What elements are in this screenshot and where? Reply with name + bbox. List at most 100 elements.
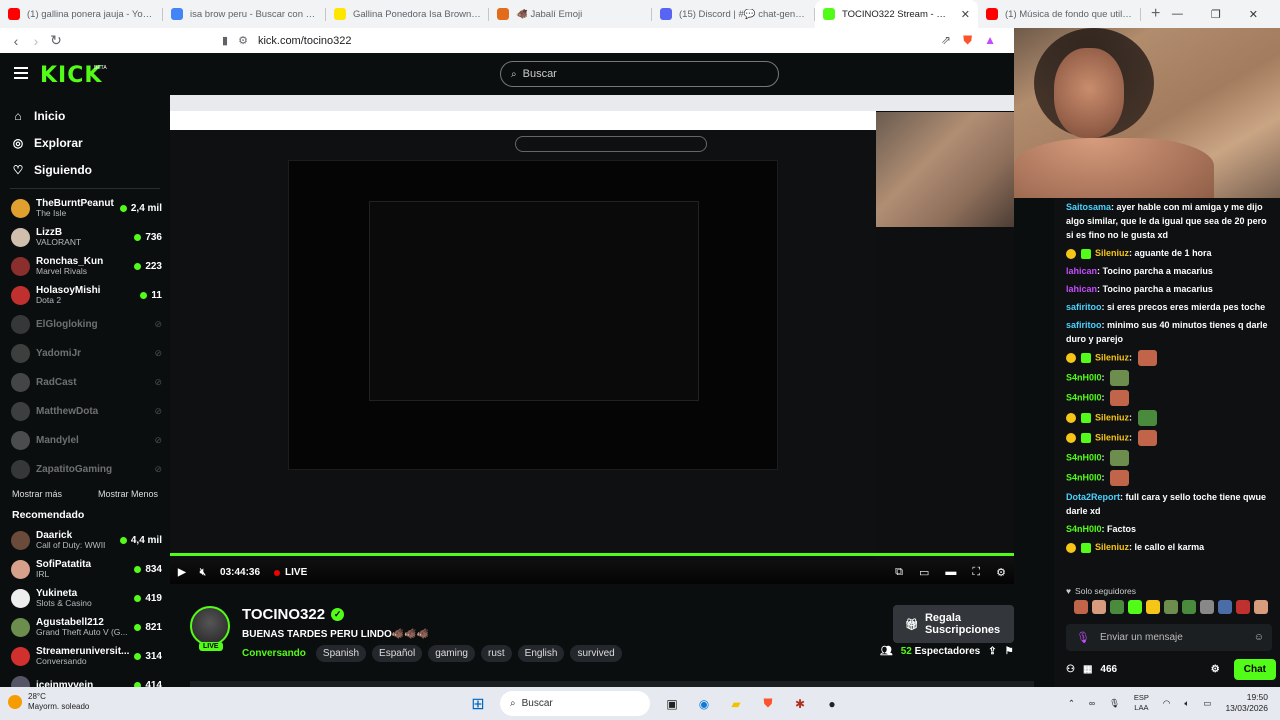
url-field[interactable]: ▮ ⚙ kick.com/tocino322 [222,34,351,48]
share-icon[interactable]: ⇗ [941,33,951,48]
mic-tray-icon[interactable]: 🎙︎ [1109,698,1120,709]
chat-username[interactable]: Sileniuz [1095,352,1129,362]
chat-username[interactable]: S4nH0I0 [1066,472,1102,482]
bookmark-icon[interactable]: ▮ [222,34,228,47]
chat-username[interactable]: Sileniuz [1095,248,1129,258]
browser-tab[interactable]: (15) Discord | #💬 chat-general | El A [652,0,815,28]
sidebar-channel[interactable]: Streameruniversit... Conversando 314 [0,642,170,671]
stream-tag[interactable]: Español [372,645,423,662]
browser-tab[interactable]: 🐗 Jabalí Emoji [489,0,652,28]
chat-username[interactable]: safiritoo [1066,302,1102,312]
clip-icon[interactable]: ⧉ [895,566,903,579]
sidebar-channel[interactable]: Agustabell212 Grand Theft Auto V (G... 821 [0,613,170,642]
emote-icon[interactable] [1074,600,1088,614]
stream-tag[interactable]: Spanish [315,645,367,662]
chat-username[interactable]: S4nH0I0 [1066,452,1102,462]
chat-settings-icon[interactable]: ⚙ [1211,664,1220,675]
sidebar-channel[interactable]: Ronchas_Kun Marvel Rivals 223 [0,252,170,281]
start-icon[interactable]: ⊞ [468,694,488,714]
infinity-icon[interactable]: ∞ [1089,698,1095,708]
play-icon[interactable]: ▶ [178,567,186,578]
chat-username[interactable]: Saitosama [1066,202,1111,212]
volume-icon[interactable]: 🔈︎ [1184,698,1189,709]
emote-icon[interactable] [1110,600,1124,614]
gift-subs-button[interactable]: 🎁︎ Regala Suscripciones [893,605,1014,643]
nav-following[interactable]: ♡ Siguiendo [0,156,170,183]
settings-icon[interactable]: ⚙ [996,566,1006,579]
share-stream-icon[interactable]: ⇪ [988,646,996,657]
wifi-icon[interactable]: ◠ [1163,698,1170,709]
chat-username[interactable]: S4nH0I0 [1066,372,1102,382]
sidebar-channel[interactable]: RadCast ⊘ [0,368,170,397]
emote-picker-icon[interactable]: ⚇ [1066,664,1075,675]
sidebar-channel[interactable]: LizzB VALORANT 736 [0,223,170,252]
minimize-icon[interactable]: — [1172,8,1183,21]
show-less-button[interactable]: Mostrar Menos [98,489,158,499]
brave-rewards-icon[interactable]: ▲ [984,33,996,48]
nav-home[interactable]: ⌂ Inicio [0,102,170,129]
emote-icon[interactable] [1182,600,1196,614]
weather-widget[interactable]: 28°C Mayorm. soleado [8,692,89,712]
emote-icon[interactable] [1200,600,1214,614]
taskbar-search[interactable]: ⌕ Buscar [500,691,650,716]
chat-username[interactable]: lahican [1066,266,1097,276]
sidebar-channel[interactable]: HolasoyMishi Dota 2 11 [0,281,170,310]
sidebar-channel[interactable]: ZapatitoGaming ⊘ [0,455,170,484]
fullscreen-icon[interactable]: ⛶ [972,566,980,579]
search-input[interactable]: ⌕ Buscar [500,61,779,87]
edge-icon[interactable]: ◉ [694,694,714,714]
chat-username[interactable]: safiritoo [1066,320,1102,330]
emote-icon[interactable] [1218,600,1232,614]
emote-icon[interactable] [1092,600,1106,614]
task-view-icon[interactable]: ▣ [662,694,682,714]
chat-username[interactable]: lahican [1066,284,1097,294]
app-icon[interactable]: ✱ [790,694,810,714]
chat-send-button[interactable]: Chat [1233,658,1276,680]
nav-explore[interactable]: ◎ Explorar [0,129,170,156]
browser-tab[interactable]: (1) gallina ponera jauja - YouTube [0,0,163,28]
chat-username[interactable]: Dota2Report [1066,492,1120,502]
stream-tag[interactable]: gaming [428,645,475,662]
sidebar-channel[interactable]: SofiPatatita IRL 834 [0,555,170,584]
browser-tab[interactable]: Gallina Ponedora Isa Brown | Mercad [326,0,489,28]
stream-tag[interactable]: rust [481,645,512,662]
file-explorer-icon[interactable]: ▰ [726,694,746,714]
emote-icon[interactable] [1254,600,1268,614]
forward-icon[interactable]: › [26,33,46,49]
sidebar-channel[interactable]: YadomiJr ⊘ [0,339,170,368]
follow-icon[interactable]: ⚑ [1005,646,1014,657]
mic-icon[interactable]: 🎙︎ [1076,631,1090,644]
sidebar-channel[interactable]: Mandylel ⊘ [0,426,170,455]
brave-shield-icon[interactable]: ⛊ [963,33,972,48]
progress-bar[interactable] [170,553,1014,556]
sidebar-channel[interactable]: Yukineta Slots & Casino 419 [0,584,170,613]
emote-icon[interactable] [1128,600,1142,614]
video-player[interactable]: ▶ 🔇︎ 03:44:36 LIVE ⧉ ▭ ▬ ⛶ ⚙ [170,95,1014,584]
menu-icon[interactable] [14,67,28,79]
battery-icon[interactable]: ▭ [1203,698,1211,709]
stream-tag[interactable]: English [517,645,565,662]
site-info-icon[interactable]: ⚙ [238,34,248,47]
streamer-avatar[interactable] [190,606,230,646]
emote-icon[interactable] [1236,600,1250,614]
chat-input[interactable]: 🎙︎ Enviar un mensaje ☺ [1066,624,1272,651]
close-window-icon[interactable]: ✕ [1249,8,1258,21]
chat-username[interactable]: Sileniuz [1095,432,1129,442]
brave-icon[interactable]: ⛊ [758,694,778,714]
sidebar-channel[interactable]: TheBurntPeanut The Isle 2,4 mil [0,194,170,223]
chat-username[interactable]: S4nH0I0 [1066,392,1102,402]
streamer-name[interactable]: TOCINO322 [242,606,325,623]
sidebar-channel[interactable]: MatthewDota ⊘ [0,397,170,426]
chat-username[interactable]: Sileniuz [1095,412,1129,422]
browser-tab[interactable]: (1) Música de fondo que utiliza Spre [978,0,1141,28]
emote-icon[interactable] [1146,600,1160,614]
chat-username[interactable]: Sileniuz [1095,542,1129,552]
sidebar-channel[interactable]: Daarick Call of Duty: WWII 4,4 mil [0,526,170,555]
cast-icon[interactable]: ▭ [919,566,929,579]
browser-tab[interactable]: isa brow peru - Buscar con Google [163,0,326,28]
reload-icon[interactable]: ↻ [46,32,66,49]
maximize-icon[interactable]: ❐ [1211,8,1221,21]
stream-category[interactable]: Conversando [242,648,306,659]
new-tab-button[interactable]: + [1141,5,1170,23]
obs-icon[interactable]: ● [822,694,842,714]
